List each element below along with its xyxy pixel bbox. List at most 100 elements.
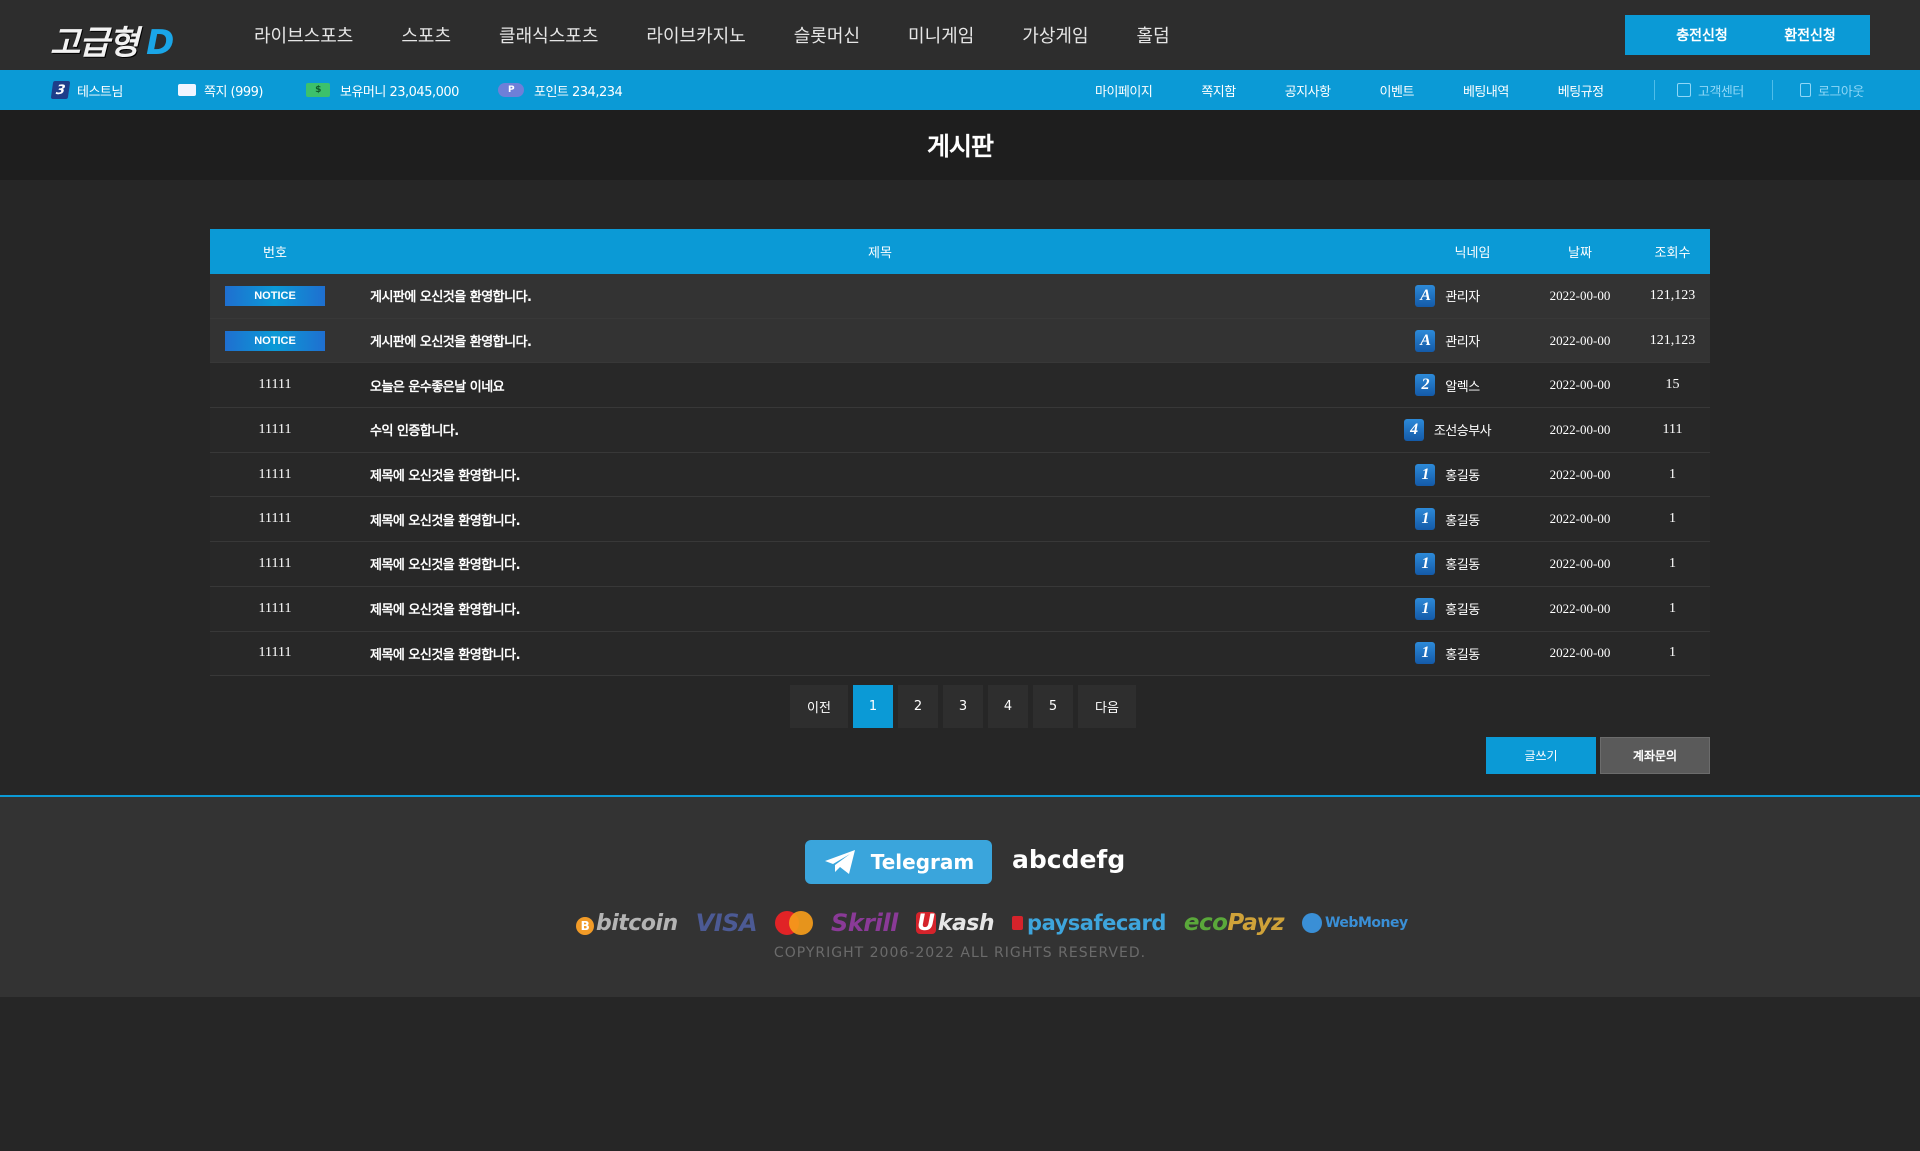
row-number: 11111 xyxy=(210,377,340,393)
page-title-band: 게시판 xyxy=(0,110,1920,180)
link-notices[interactable]: 공지사항 xyxy=(1285,81,1331,100)
nickname-text: 조선승부사 xyxy=(1433,424,1492,440)
row-date: 2022-00-00 xyxy=(1549,645,1611,661)
row-views: 1 xyxy=(1669,511,1676,527)
webmoney-text: WebMoney xyxy=(1324,915,1408,931)
row-nickname: 1 홍길동 xyxy=(1370,552,1525,575)
row-title[interactable]: 오늘은 운수좋은날 이네요 xyxy=(340,376,1370,395)
table-row[interactable]: NOTICE 게시판에 오신것을 환영합니다. A 관리자 2022-00-00 121,… xyxy=(210,318,1710,364)
board-rows: NOTICE 게시판에 오신것을 환영합니다. A 관리자 2022-00-00 121,… xyxy=(210,274,1710,677)
nav-holdem[interactable]: 홀덤 xyxy=(1137,22,1170,48)
nickname-text: 홍길동 xyxy=(1445,647,1480,663)
row-number-text: 11111 xyxy=(258,466,292,482)
table-row[interactable]: 11111 수익 인증합니다. 4 조선승부사 2022-00-00 111 xyxy=(210,408,1710,453)
table-row[interactable]: 11111 오늘은 운수좋은날 이네요 2 알렉스 2022-00-00 15 xyxy=(210,363,1710,409)
payment-logos: Bbitcoin VISA Skrill Ukash paysafecard e… xyxy=(576,907,1426,939)
nickname-text: 홍길동 xyxy=(1445,469,1480,485)
table-row[interactable]: 11111 제목에 오신것을 환영합니다. 1 홍길동 2022-00-00 1 xyxy=(210,497,1710,543)
nav-live-sports[interactable]: 라이브스포츠 xyxy=(254,22,353,48)
page-button-2[interactable]: 2 xyxy=(898,685,938,728)
page-button-1[interactable]: 1 xyxy=(853,685,893,728)
level-icon: A xyxy=(1415,284,1436,307)
sub-nav: 마이페이지 쪽지함 공지사항 이벤트 베팅내역 베팅규정 xyxy=(1095,70,1604,110)
withdraw-button[interactable]: 환전신청 xyxy=(1750,15,1870,55)
nickname-text: 관리자 xyxy=(1445,290,1480,306)
copyright: COPYRIGHT 2006-2022 ALL RIGHTS RESERVED. xyxy=(773,945,1147,961)
row-number: 11111 xyxy=(210,556,340,572)
nav-classic-sports[interactable]: 클래식스포츠 xyxy=(499,22,598,48)
table-row[interactable]: 11111 제목에 오신것을 환영합니다. 1 홍길동 2022-00-00 1 xyxy=(210,452,1710,498)
messages-link[interactable]: 쪽지 (999) xyxy=(178,70,264,110)
row-title[interactable]: 게시판에 오신것을 환영합니다. xyxy=(340,286,1370,305)
header-number: 번호 xyxy=(263,246,287,261)
site-logo[interactable]: 고급형 D xyxy=(50,16,174,63)
link-bet-history[interactable]: 베팅내역 xyxy=(1463,81,1509,100)
link-bet-rules[interactable]: 베팅규정 xyxy=(1558,81,1604,100)
row-title[interactable]: 제목에 오신것을 환영합니다. xyxy=(340,510,1370,529)
page-title: 게시판 xyxy=(926,132,994,161)
logo-suffix: D xyxy=(146,23,174,63)
page-button-5[interactable]: 5 xyxy=(1033,685,1073,728)
row-title[interactable]: 제목에 오신것을 환영합니다. xyxy=(340,599,1370,618)
row-title[interactable]: 수익 인증합니다. xyxy=(340,420,1370,439)
link-inbox[interactable]: 쪽지함 xyxy=(1201,81,1236,100)
money-icon: $ xyxy=(306,83,330,97)
nickname-text: 알렉스 xyxy=(1445,379,1480,395)
row-number: 11111 xyxy=(210,467,340,483)
main-nav: 라이브스포츠 스포츠 클래식스포츠 라이브카지노 슬롯머신 미니게임 가상게임 … xyxy=(254,0,1218,70)
support-link[interactable]: 고객센터 xyxy=(1677,70,1744,110)
envelope-icon xyxy=(178,84,196,96)
row-nickname: 4 조선승부사 xyxy=(1370,418,1525,441)
row-title[interactable]: 제목에 오신것을 환영합니다. xyxy=(340,465,1370,484)
row-number-text: 11111 xyxy=(258,377,292,393)
page-button-4[interactable]: 4 xyxy=(988,685,1028,728)
user-info: 3 테스트님 xyxy=(50,70,123,110)
logout-link[interactable]: 로그아웃 xyxy=(1800,70,1864,110)
row-number: 11111 xyxy=(210,422,340,438)
nav-virtual-game[interactable]: 가상게임 xyxy=(1022,22,1088,48)
write-button[interactable]: 글쓰기 xyxy=(1486,737,1596,774)
header-title: 제목 xyxy=(868,246,892,261)
visa-logo: VISA xyxy=(695,909,758,937)
level-icon: 1 xyxy=(1415,597,1436,620)
row-views: 1 xyxy=(1669,600,1676,616)
account-inquiry-button[interactable]: 계좌문의 xyxy=(1600,737,1710,774)
nav-live-casino[interactable]: 라이브카지노 xyxy=(646,22,745,48)
ecopayz-payz-text: Payz xyxy=(1227,910,1284,936)
nav-mini-game[interactable]: 미니게임 xyxy=(908,22,974,48)
row-views: 121,123 xyxy=(1649,332,1696,348)
header-date: 날짜 xyxy=(1568,246,1592,261)
table-row[interactable]: 11111 제목에 오신것을 환영합니다. 1 홍길동 2022-00-00 1 xyxy=(210,586,1710,632)
bitcoin-text: bitcoin xyxy=(596,910,678,936)
level-icon: 1 xyxy=(1415,642,1436,665)
webmoney-logo: WebMoney xyxy=(1301,913,1408,933)
table-row[interactable]: 11111 제목에 오신것을 환영합니다. 1 홍길동 2022-00-00 1 xyxy=(210,631,1710,677)
messages-count: 쪽지 (999) xyxy=(204,84,264,100)
page-button-3[interactable]: 3 xyxy=(943,685,983,728)
row-title[interactable]: 게시판에 오신것을 환영합니다. xyxy=(340,331,1370,350)
row-views: 1 xyxy=(1669,466,1676,482)
row-title[interactable]: 제목에 오신것을 환영합니다. xyxy=(340,644,1370,663)
row-title[interactable]: 제목에 오신것을 환영합니다. xyxy=(340,554,1370,573)
board-header-row: 번호 제목 닉네임 날짜 조회수 xyxy=(210,229,1710,274)
row-date: 2022-00-00 xyxy=(1549,600,1611,616)
table-row[interactable]: 11111 제목에 오신것을 환영합니다. 1 홍길동 2022-00-00 1 xyxy=(210,542,1710,587)
lock-icon xyxy=(1012,916,1024,930)
row-number-text: 11111 xyxy=(258,421,292,437)
row-nickname: A 관리자 xyxy=(1370,284,1525,307)
prev-page-button[interactable]: 이전 xyxy=(790,685,848,728)
telegram-button[interactable]: Telegram xyxy=(805,840,992,884)
nav-slot-machine[interactable]: 슬롯머신 xyxy=(794,22,860,48)
ukash-logo: Ukash xyxy=(915,910,995,936)
points-icon: P xyxy=(498,83,524,97)
link-events[interactable]: 이벤트 xyxy=(1380,81,1415,100)
nav-sports[interactable]: 스포츠 xyxy=(401,22,451,48)
ukash-text: kash xyxy=(937,910,995,936)
nickname-text: 홍길동 xyxy=(1445,513,1480,529)
next-page-button[interactable]: 다음 xyxy=(1078,685,1136,728)
row-views: 1 xyxy=(1669,555,1676,571)
ecopayz-eco-text: eco xyxy=(1183,910,1228,936)
table-row[interactable]: NOTICE 게시판에 오신것을 환영합니다. A 관리자 2022-00-00 121,… xyxy=(210,274,1710,319)
link-mypage[interactable]: 마이페이지 xyxy=(1095,81,1153,100)
top-header: 고급형 D 라이브스포츠 스포츠 클래식스포츠 라이브카지노 슬롯머신 미니게임… xyxy=(0,0,1920,70)
